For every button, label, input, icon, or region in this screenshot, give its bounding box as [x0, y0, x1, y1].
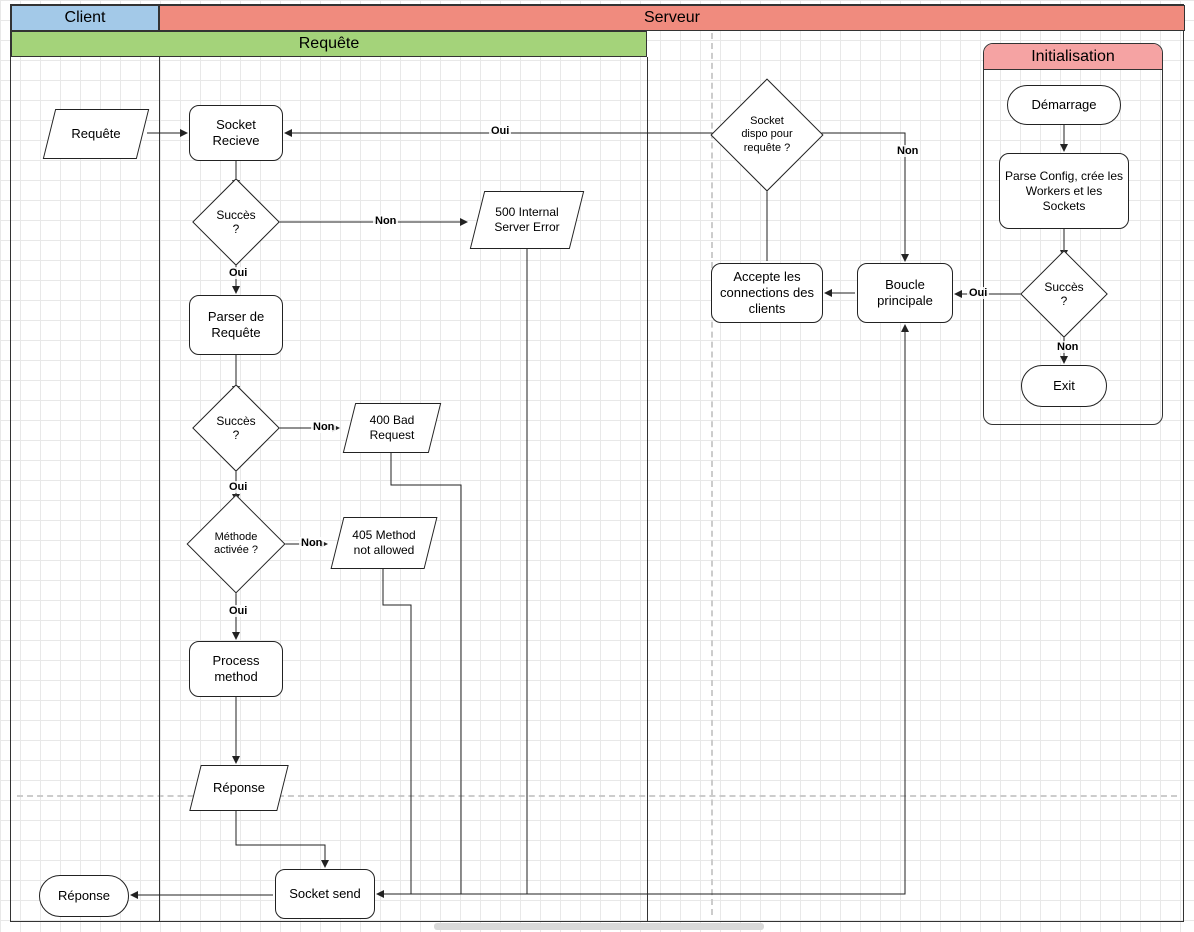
lane-requete-header: Requête [11, 31, 647, 57]
node-success-2: Succès ? [205, 397, 267, 459]
label-non-success1: Non [373, 215, 398, 227]
node-exit: Exit [1021, 365, 1107, 407]
node-success-1: Succès ? [205, 191, 267, 253]
label-oui-success3: Oui [967, 287, 989, 299]
node-process-method: Process method [189, 641, 283, 697]
label-oui-method: Oui [227, 605, 249, 617]
lane-server-header: Serveur [159, 5, 1185, 31]
node-method-enabled: Méthode activée ? [201, 509, 271, 579]
label-non-success3: Non [1055, 341, 1080, 353]
label-non-success2: Non [311, 421, 336, 433]
guide-vertical [711, 33, 713, 915]
label-non-method: Non [299, 537, 324, 549]
guide-horizontal [17, 795, 1177, 797]
node-parser: Parser de Requête [189, 295, 283, 355]
node-error-400: 400 Bad Request [349, 403, 435, 453]
label-oui-success2: Oui [227, 481, 249, 493]
label-non-socket-dispo: Non [895, 145, 920, 157]
node-accept-connections: Accepte les connections des clients [711, 263, 823, 323]
init-header: Initialisation [984, 44, 1162, 70]
node-socket-receive: Socket Recieve [189, 105, 283, 161]
lane-divider-client [159, 31, 160, 921]
node-parse-config: Parse Config, crée les Workers et les So… [999, 153, 1129, 229]
node-demarrage: Démarrage [1007, 85, 1121, 125]
node-main-loop: Boucle principale [857, 263, 953, 323]
node-socket-send: Socket send [275, 869, 375, 919]
node-error-405: 405 Method not allowed [337, 517, 431, 569]
label-oui-success1: Oui [227, 267, 249, 279]
diagram-container: Client Serveur Requête Requête Réponse S… [10, 4, 1184, 922]
lane-divider-requete [647, 57, 648, 921]
node-requete-input: Requête [49, 109, 143, 159]
node-response-msg: Réponse [195, 765, 283, 811]
scrollbar-horizontal[interactable] [434, 923, 764, 930]
label-oui-socket-dispo: Oui [489, 125, 511, 137]
node-socket-available: Socket dispo pour requête ? [727, 95, 807, 175]
node-error-500: 500 Internal Server Error [477, 191, 577, 249]
node-reponse-output: Réponse [39, 875, 129, 917]
node-success-3: Succès ? [1033, 263, 1095, 325]
lane-client-header: Client [11, 5, 159, 31]
